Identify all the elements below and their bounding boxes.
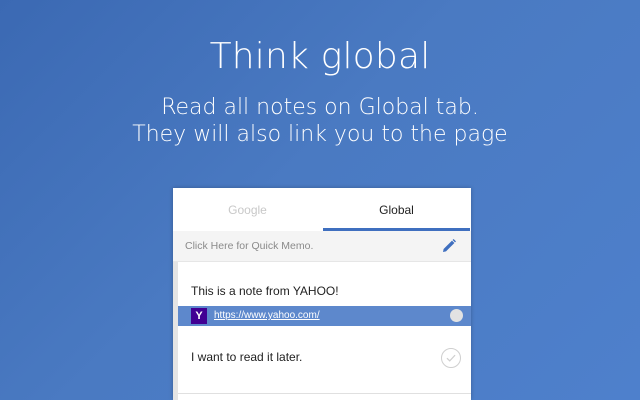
hero-title: Think global	[209, 36, 431, 77]
tab-google[interactable]: Google	[173, 188, 322, 231]
note-text[interactable]: I want to read it later.	[191, 350, 302, 364]
hero-subtitle-line2: They will also link you to the page	[132, 122, 508, 147]
quick-memo-placeholder: Click Here for Quick Memo.	[185, 240, 314, 252]
note-link-row[interactable]: Y https://www.yahoo.com/	[178, 306, 471, 326]
check-circle-icon[interactable]	[441, 348, 461, 368]
note-text[interactable]: This is a note from YAHOO!	[191, 284, 339, 298]
note-divider	[178, 393, 471, 394]
tab-global[interactable]: Global	[322, 188, 471, 231]
pencil-icon[interactable]	[441, 238, 457, 254]
yahoo-icon: Y	[191, 308, 207, 324]
note-toggle-circle[interactable]	[450, 309, 463, 322]
quick-memo-input[interactable]: Click Here for Quick Memo.	[173, 231, 471, 262]
tab-bar: Google Global	[173, 188, 471, 231]
notes-panel: Google Global Click Here for Quick Memo.…	[173, 188, 471, 400]
list-scroll-rail	[173, 262, 178, 400]
hero-subtitle-line1: Read all notes on Global tab.	[161, 95, 479, 120]
note-link-url[interactable]: https://www.yahoo.com/	[214, 310, 320, 321]
